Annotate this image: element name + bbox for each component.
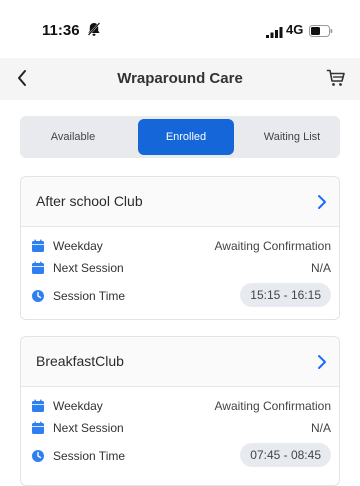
status-time: 11:36: [42, 22, 80, 39]
cart-icon[interactable]: [326, 68, 346, 93]
clock-icon: [31, 449, 45, 468]
weekday-value: Awaiting Confirmation: [214, 239, 331, 253]
next-session-label: Next Session: [53, 421, 124, 435]
calendar-icon: [31, 399, 45, 418]
calendar-icon: [31, 421, 45, 440]
next-session-value: N/A: [310, 261, 331, 275]
battery-icon: [309, 24, 333, 42]
clock-icon: [31, 289, 45, 308]
tab-enrolled[interactable]: Enrolled: [138, 119, 234, 155]
next-session-value: N/A: [310, 421, 331, 435]
next-session-label: Next Session: [53, 261, 124, 275]
page-title: Wraparound Care: [117, 70, 243, 87]
next-session-row: Next Session N/A: [21, 418, 339, 438]
calendar-icon: [31, 261, 45, 280]
nav-bar: Wraparound Care: [0, 58, 360, 100]
session-time-row: Session Time 15:15 - 16:15: [21, 283, 339, 308]
card-title: BreakfastClub: [36, 353, 124, 369]
mute-bell-icon: [87, 21, 101, 42]
weekday-row: Weekday Awaiting Confirmation: [21, 236, 339, 256]
chevron-right-icon[interactable]: [317, 354, 327, 375]
card-header[interactable]: BreakfastClub: [21, 337, 339, 387]
session-time-label: Session Time: [53, 289, 126, 303]
status-bar: 11:36 4G: [0, 0, 360, 58]
segmented-tabs: Available Enrolled Waiting List: [20, 116, 340, 158]
next-session-row: Next Session N/A: [21, 258, 339, 278]
weekday-label: Weekday: [53, 239, 103, 253]
weekday-label: Weekday: [53, 399, 103, 413]
session-time-pill: 07:45 - 08:45: [240, 443, 331, 467]
signal-icon: [266, 25, 284, 43]
chevron-right-icon[interactable]: [317, 194, 327, 215]
network-type: 4G: [286, 22, 304, 37]
tab-available[interactable]: Available: [20, 116, 126, 158]
weekday-value: Awaiting Confirmation: [214, 399, 331, 413]
weekday-row: Weekday Awaiting Confirmation: [21, 396, 339, 416]
calendar-icon: [31, 239, 45, 258]
club-card[interactable]: BreakfastClub Weekday Awaiting Confirmat…: [20, 336, 340, 486]
club-card[interactable]: After school Club Weekday Awaiting Confi…: [20, 176, 340, 320]
session-time-label: Session Time: [53, 449, 126, 463]
card-title: After school Club: [36, 193, 143, 209]
tab-waiting-list[interactable]: Waiting List: [244, 116, 340, 158]
session-time-pill: 15:15 - 16:15: [240, 283, 331, 307]
card-header[interactable]: After school Club: [21, 177, 339, 227]
session-time-row: Session Time 07:45 - 08:45: [21, 443, 339, 468]
